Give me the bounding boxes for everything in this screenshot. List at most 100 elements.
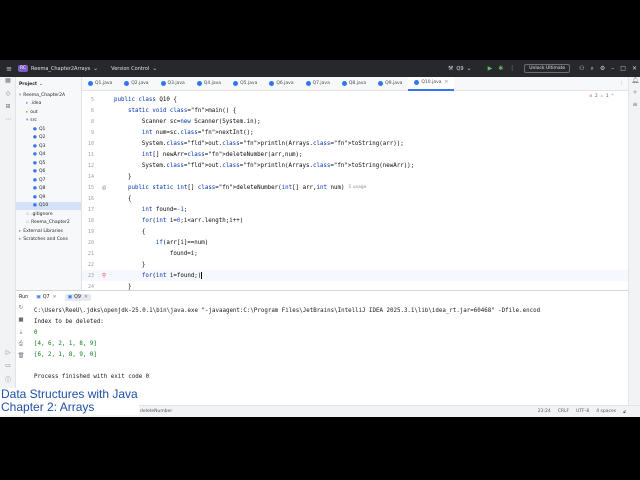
run-icon[interactable]: ▶ <box>488 65 493 72</box>
terminal-tool-icon[interactable]: ▭ <box>0 362 16 375</box>
editor-tab[interactable]: Q4.java <box>191 77 227 91</box>
tree-item[interactable]: ● Q3 <box>16 142 81 151</box>
tree-item[interactable]: ▸ out <box>16 108 81 117</box>
code-line[interactable]: 18 for(int i=0;i<arr.length;i++) <box>82 215 628 226</box>
scroll-end-icon[interactable]: ⤓ <box>16 329 26 341</box>
run-tool-icon[interactable]: ▷ <box>0 349 16 362</box>
ai-assistant-icon[interactable]: ✧ <box>629 89 640 101</box>
editor-tab-label: Q7.java <box>312 81 330 86</box>
project-panel-header[interactable]: Project ⌄ <box>16 77 81 91</box>
run-tab-q9[interactable]: ▣ Q9 ✕ <box>64 293 92 301</box>
editor-tab-label: Q9.java <box>385 81 403 86</box>
java-class-icon: ● <box>33 135 37 141</box>
search-icon[interactable]: ⌕ <box>591 65 594 73</box>
tree-item[interactable]: ● Q7 <box>16 176 81 185</box>
editor-tab[interactable]: Q5.java <box>227 77 263 91</box>
tree-item[interactable]: ▫ Reema_Chapter2 <box>16 219 81 228</box>
code-text: } <box>114 173 132 180</box>
lock-icon[interactable]: 🔓︎ <box>623 409 626 415</box>
console-output[interactable]: C:\Users\ReeU\.jdks\openjdk-25.0.1\bin\j… <box>34 305 624 382</box>
tree-item[interactable]: ▸ .idea <box>16 100 81 109</box>
code-text: for(int i=0;i<arr.length;i++) <box>141 217 244 224</box>
close-icon[interactable]: ✕ <box>84 295 88 300</box>
close-icon[interactable]: ✕ <box>53 295 57 300</box>
more-options-icon[interactable]: ⋮ <box>509 65 515 72</box>
tree-item[interactable]: ● Q8 <box>16 185 81 194</box>
unlock-ultimate-button[interactable]: Unlock Ultimate <box>524 64 571 73</box>
intention-bulb-icon[interactable]: ⚲ <box>94 273 114 279</box>
code-line[interactable]: 16 { <box>82 193 628 204</box>
code-line[interactable]: 22 } <box>82 259 628 270</box>
editor-tab[interactable]: Q3.java <box>155 77 191 91</box>
tree-item[interactable]: ● Q6 <box>16 168 81 177</box>
code-line[interactable]: 12 System.class="fld">out.class="fn">pri… <box>82 160 628 171</box>
tree-item[interactable]: ● Q5 <box>16 159 81 168</box>
code-line[interactable]: 9 int num=sc.class="fn">nextInt(); <box>82 127 628 138</box>
code-line[interactable]: 11 int[] newArr=class="fn">deleteNumber(… <box>82 149 628 160</box>
title-bar: ≡ RC Reema_Chapter2Arrays ⌄ Version Cont… <box>0 60 640 77</box>
run-config-selector[interactable]: Q9 ⌄ <box>456 65 474 72</box>
close-tab-icon[interactable]: ✕ <box>445 80 449 85</box>
code-line[interactable]: 23 ⚲ for(int i=found;) <box>82 270 628 281</box>
code-line[interactable]: 24 } <box>82 281 628 290</box>
maximize-icon[interactable]: □ <box>620 65 626 72</box>
code-line[interactable]: 17 int found=-1; <box>82 204 628 215</box>
tree-item[interactable]: ▾ Reema_Chapter2A <box>16 91 81 100</box>
status-breadcrumb[interactable]: deleteNumber <box>140 409 172 414</box>
delete-icon[interactable]: 🗑︎ <box>16 353 26 365</box>
vcs-selector[interactable]: Version Control ⌄ <box>111 65 160 72</box>
code-line[interactable]: 15 @ public static int[] class="fn">delet… <box>82 182 628 193</box>
code-line[interactable]: 14 } <box>82 171 628 182</box>
code-text: for(int i=found;) <box>141 272 203 279</box>
rerun-icon[interactable]: ↻ <box>16 305 26 317</box>
tree-item[interactable]: ▫ .gitignore <box>16 210 81 219</box>
tree-item[interactable]: ▾ src <box>16 117 81 126</box>
print-icon[interactable]: ⎙ <box>16 341 26 353</box>
minimize-icon[interactable]: – <box>611 65 614 72</box>
project-selector[interactable]: RC Reema_Chapter2Arrays ⌄ <box>18 65 101 72</box>
caret-position[interactable]: 23:24 <box>538 409 551 415</box>
usage-hint[interactable]: 1 usage <box>348 185 366 190</box>
line-separator[interactable]: CRLF <box>558 409 569 415</box>
build-icon[interactable]: ⚒ <box>448 65 453 72</box>
tree-item[interactable]: ● Q2 <box>16 134 81 143</box>
code-line[interactable]: 6 static void class="fn">main() { <box>82 105 628 116</box>
editor-tab[interactable]: Q9.java <box>372 77 408 91</box>
tree-item[interactable]: ● Q1 <box>16 125 81 134</box>
override-marker-icon[interactable]: @ <box>94 185 114 191</box>
settings-icon[interactable]: ⚙ <box>600 65 605 72</box>
debug-icon[interactable]: ✱ <box>498 65 503 72</box>
commit-tool-icon[interactable]: ◇ <box>0 90 16 103</box>
tree-item[interactable]: ● Q4 <box>16 151 81 160</box>
tree-item[interactable]: ▸ External Libraries <box>16 227 81 236</box>
editor-tab[interactable]: Q6.java <box>263 77 299 91</box>
editor-tab[interactable]: Q7.java <box>300 77 336 91</box>
more-tools-icon[interactable]: ⋯ <box>0 116 16 129</box>
database-icon[interactable]: ≡ <box>629 101 640 113</box>
indent-setting[interactable]: 4 spaces <box>596 409 616 415</box>
project-tool-icon[interactable]: ▦ <box>0 77 16 90</box>
code-line[interactable]: 5 public class Q10 { <box>82 94 628 105</box>
code-line[interactable]: 21 found=i; <box>82 248 628 259</box>
notifications-icon[interactable]: 🔔︎ <box>629 77 640 89</box>
tab-options-icon[interactable]: ⋮ <box>620 81 629 86</box>
run-tab-q7[interactable]: ▣ Q7 ✕ <box>36 295 56 300</box>
code-line[interactable]: 8 Scanner sc=new Scanner(System.in); <box>82 116 628 127</box>
tree-item[interactable]: ● Q9 <box>16 193 81 202</box>
tree-item[interactable]: ● Q10 <box>16 201 81 210</box>
add-user-icon[interactable]: ⚇ <box>579 65 584 72</box>
editor-tab[interactable]: Q10.java ✕ <box>408 76 455 91</box>
file-encoding[interactable]: UTF-8 <box>576 409 589 415</box>
hamburger-menu-icon[interactable]: ≡ <box>0 65 18 73</box>
editor-tab[interactable]: Q8.java <box>336 77 372 91</box>
code-line[interactable]: 10 System.class="fld">out.class="fn">pri… <box>82 138 628 149</box>
code-line[interactable]: 20 if(arr[i]==num) <box>82 237 628 248</box>
editor-tab[interactable]: Q1.java <box>82 77 118 91</box>
stop-icon[interactable]: ■ <box>16 317 26 329</box>
code-line[interactable]: 19 { <box>82 226 628 237</box>
close-icon[interactable]: ✕ <box>632 65 637 72</box>
tree-item[interactable]: ▸ Scratches and Cons <box>16 236 81 245</box>
structure-tool-icon[interactable]: ⊞ <box>0 103 16 116</box>
editor-tab[interactable]: Q2.java <box>118 77 154 91</box>
code-editor[interactable]: ⊘ 2 ⚠ 1 ⌃ 5 public class Q10 {6 static vo… <box>82 91 628 290</box>
